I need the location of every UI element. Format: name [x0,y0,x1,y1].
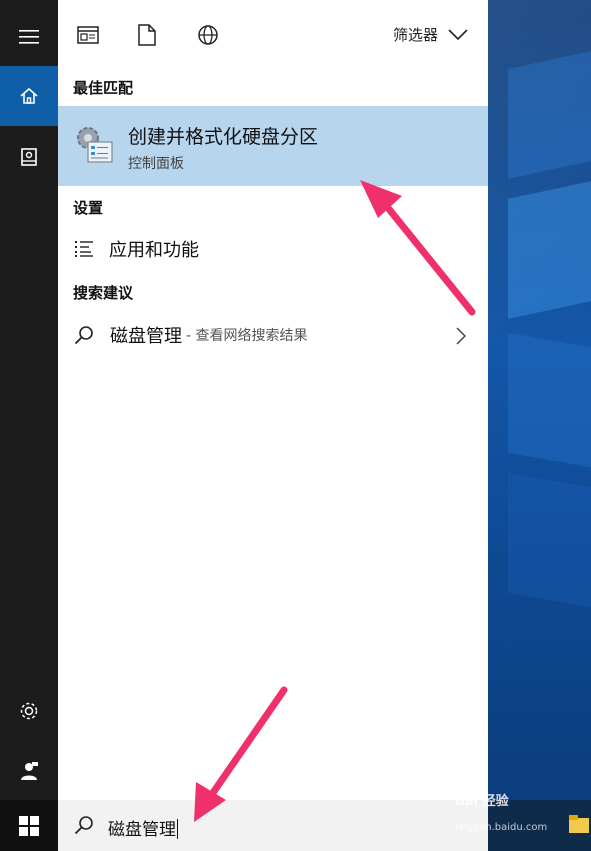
section-suggestions: 搜索建议 [73,284,134,302]
suggestion-item-disk-management[interactable]: 磁盘管理 - 查看网络搜索结果 [58,315,488,355]
filter-dropdown[interactable]: 筛选器 [393,24,468,45]
home-button[interactable] [0,66,58,126]
search-icon [74,816,93,835]
apps-scope-button[interactable] [75,22,101,48]
home-icon [20,87,38,104]
scope-toolbar: 筛选器 [58,0,488,70]
web-scope-button[interactable] [195,22,221,48]
watermark-brand: Bai 经验 [455,794,509,809]
suggestion-hint: - 查看网络搜索结果 [186,328,308,344]
best-match-subtitle: 控制面板 [128,156,184,172]
desktop-background [488,0,591,851]
search-query-text: 磁盘管理 [108,820,176,840]
section-settings: 设置 [73,199,104,217]
list-icon [75,241,93,257]
section-best-match: 最佳匹配 [73,79,134,97]
globe-icon [198,25,218,45]
notebook-button[interactable] [0,128,58,186]
gear-icon [20,702,38,720]
windows-start-icon [19,815,39,836]
apps-window-icon [77,26,99,44]
left-rail [0,0,58,851]
text-caret [177,819,178,839]
search-box[interactable]: 磁盘管理 [58,800,488,851]
watermark-url: jingyan.baidu.com [455,822,548,833]
suggestion-label: 磁盘管理 [110,326,182,347]
feedback-person-icon [21,762,38,780]
hamburger-menu-button[interactable] [0,8,58,66]
chevron-down-icon [448,28,468,40]
search-icon [74,326,93,345]
start-button[interactable] [0,800,58,851]
chevron-right-icon[interactable] [456,327,466,345]
documents-scope-button[interactable] [134,22,160,48]
best-match-title: 创建并格式化硬盘分区 [128,126,319,148]
best-match-result[interactable]: 创建并格式化硬盘分区 控制面板 [58,106,488,186]
document-icon [138,24,156,46]
filter-label: 筛选器 [392,26,438,44]
notebook-icon [21,148,37,166]
settings-button[interactable] [0,682,58,740]
file-explorer-icon[interactable] [568,814,590,834]
settings-item-label: 应用和功能 [109,240,199,261]
search-panel: 筛选器 最佳匹配 创建并格式化硬盘分区 控制面板 设置 应用和功能 搜索建议 磁… [58,0,488,851]
hamburger-menu-icon [19,30,39,44]
feedback-button[interactable] [0,742,58,800]
control-panel-app-icon [77,127,113,163]
search-input[interactable]: 磁盘管理 [108,815,178,840]
settings-item-apps-features[interactable]: 应用和功能 [58,229,488,269]
